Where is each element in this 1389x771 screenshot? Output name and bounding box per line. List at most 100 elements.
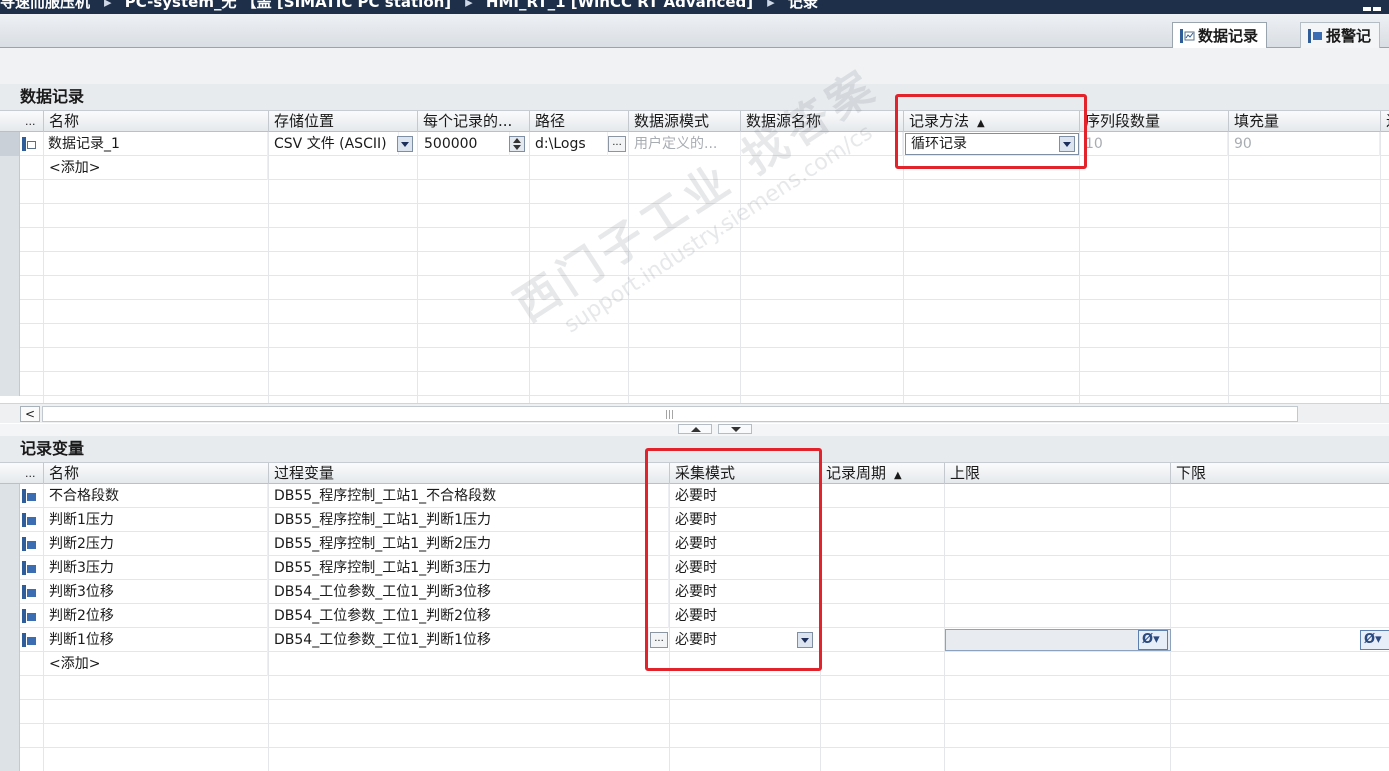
- scroll-thumb-grip-icon[interactable]: |||: [665, 410, 674, 420]
- tag-process-tag[interactable]: DB55_程序控制_工站1_判断1压力: [269, 508, 669, 532]
- row-selector[interactable]: [0, 604, 20, 628]
- row-selector[interactable]: [0, 556, 20, 580]
- log-fill[interactable]: 90: [1229, 132, 1380, 156]
- col-lower-limit[interactable]: 下限: [1171, 463, 1389, 484]
- col-acquisition-mode[interactable]: 采集模式: [670, 463, 821, 484]
- scroll-left-icon[interactable]: <: [20, 406, 40, 422]
- col-per-record[interactable]: 每个记录的...: [418, 111, 530, 132]
- data-logs-hscrollbar[interactable]: < |||: [0, 403, 1389, 423]
- table-row[interactable]: 判断3位移 DB54_工位参数_工位1_判断3位移 必要时: [0, 580, 1389, 604]
- tag-process-tag[interactable]: DB54_工位参数_工位1_判断3位移: [269, 580, 669, 604]
- col-fill[interactable]: 填充量: [1229, 111, 1381, 132]
- empty-row: [0, 748, 1389, 771]
- breadcrumb-item-station[interactable]: PC-system_无 【盖 [SIMATIC PC station]: [125, 0, 451, 11]
- table-row[interactable]: 判断3压力 DB55_程序控制_工站1_判断3压力 必要时: [0, 556, 1389, 580]
- path-browse-button[interactable]: ...: [608, 136, 626, 152]
- per-record-spinner[interactable]: [509, 136, 525, 152]
- tag-process-tag[interactable]: DB54_工位参数_工位1_判断1位移: [269, 628, 649, 652]
- tag-name[interactable]: 判断2位移: [44, 604, 268, 628]
- col-log-cycle[interactable]: 记录周期 ▲: [821, 463, 945, 484]
- col-log-cycle-label: 记录周期: [826, 464, 887, 482]
- tag-name[interactable]: 判断1压力: [44, 508, 268, 532]
- tag-acquisition-mode[interactable]: 必要时: [670, 628, 794, 652]
- log-tag-icon: [20, 512, 38, 528]
- tag-acquisition-mode[interactable]: 必要时: [670, 508, 820, 532]
- add-row[interactable]: <添加>: [0, 652, 1389, 676]
- row-selector[interactable]: [0, 532, 20, 556]
- tab-alarm-logs[interactable]: 报警记: [1300, 22, 1381, 48]
- add-data-log[interactable]: <添加>: [44, 156, 268, 180]
- log-per-record[interactable]: 500000: [418, 132, 510, 156]
- col-source-mode[interactable]: 数据源模式: [629, 111, 741, 132]
- data-logs-title: 数据记录: [0, 84, 1389, 110]
- col-upper-limit[interactable]: 上限: [945, 463, 1171, 484]
- log-storage[interactable]: CSV 文件 (ASCII): [269, 132, 399, 156]
- log-method-value: 循环记录: [911, 136, 967, 152]
- tag-name[interactable]: 判断3压力: [44, 556, 268, 580]
- row-selector[interactable]: [0, 132, 20, 156]
- tag-process-tag[interactable]: DB55_程序控制_工站1_不合格段数: [269, 484, 669, 508]
- log-tag-icon: [20, 560, 38, 576]
- lower-limit-null-button[interactable]: Ø▾: [1360, 630, 1389, 650]
- minimize-icon[interactable]: [1363, 7, 1371, 11]
- breadcrumb-separator-icon: ▸: [767, 0, 775, 11]
- col-storage[interactable]: 存储位置: [269, 111, 418, 132]
- log-method-dropdown-button[interactable]: [1059, 136, 1075, 152]
- col-name[interactable]: 名称: [44, 111, 269, 132]
- breadcrumb-item-project[interactable]: 寻速而服压机: [0, 0, 90, 11]
- log-segments[interactable]: 10: [1080, 132, 1228, 156]
- row-selector[interactable]: [0, 484, 20, 508]
- row-selector[interactable]: [0, 628, 20, 652]
- upper-limit-null-button[interactable]: Ø▾: [1138, 630, 1168, 650]
- splitter-down-icon[interactable]: [718, 424, 752, 434]
- storage-dropdown-button[interactable]: [397, 136, 413, 152]
- row-selector[interactable]: [0, 580, 20, 604]
- tag-process-tag[interactable]: DB55_程序控制_工站1_判断2压力: [269, 532, 669, 556]
- table-row[interactable]: 不合格段数 DB55_程序控制_工站1_不合格段数 必要时: [0, 484, 1389, 508]
- tag-name[interactable]: 判断2压力: [44, 532, 268, 556]
- tag-acquisition-mode[interactable]: 必要时: [670, 580, 820, 604]
- table-row[interactable]: 判断2位移 DB54_工位参数_工位1_判断2位移 必要时: [0, 604, 1389, 628]
- row-selector: [0, 348, 20, 372]
- row-selector[interactable]: [0, 508, 20, 532]
- col-more[interactable]: 过: [1381, 111, 1389, 132]
- maximize-icon[interactable]: [1373, 7, 1381, 11]
- tag-process-tag[interactable]: DB54_工位参数_工位1_判断2位移: [269, 604, 669, 628]
- table-row-editing[interactable]: 判断1位移 DB54_工位参数_工位1_判断1位移 ... 必要时 Ø▾ Ø▾: [0, 628, 1389, 652]
- sort-ascending-icon: ▲: [894, 470, 902, 481]
- add-log-tag[interactable]: <添加>: [44, 652, 268, 676]
- tag-process-tag[interactable]: DB55_程序控制_工站1_判断3压力: [269, 556, 669, 580]
- col-process-tag[interactable]: 过程变量: [269, 463, 670, 484]
- table-row[interactable]: 数据记录_1 CSV 文件 (ASCII) 500000 d:\Logs ...…: [0, 132, 1389, 156]
- tag-name[interactable]: 判断1位移: [44, 628, 268, 652]
- breadcrumb-item-hmi[interactable]: HMI_RT_1 [WinCC RT Advanced]: [486, 0, 753, 11]
- table-row[interactable]: 判断2压力 DB55_程序控制_工站1_判断2压力 必要时: [0, 532, 1389, 556]
- log-source-name[interactable]: [741, 132, 903, 156]
- log-source-mode[interactable]: 用户定义的...: [629, 132, 741, 156]
- acquisition-mode-dropdown-button[interactable]: [797, 632, 813, 648]
- tab-data-logs[interactable]: 数据记录: [1172, 22, 1268, 48]
- splitter-up-icon[interactable]: [678, 424, 712, 434]
- table-row[interactable]: 判断1压力 DB55_程序控制_工站1_判断1压力 必要时: [0, 508, 1389, 532]
- pane-splitter[interactable]: [0, 424, 1389, 436]
- col-dots[interactable]: ...: [20, 111, 44, 132]
- tag-acquisition-mode[interactable]: 必要时: [670, 604, 820, 628]
- col-dots[interactable]: ...: [20, 463, 44, 484]
- log-path[interactable]: d:\Logs: [530, 132, 608, 156]
- col-source-name[interactable]: 数据源名称: [741, 111, 904, 132]
- breadcrumb-item-logs[interactable]: 记录: [788, 0, 818, 11]
- add-row[interactable]: <添加>: [0, 156, 1389, 180]
- data-logs-header: ... 名称 存储位置 每个记录的... 路径 数据源模式 数据源名称 记录方法…: [0, 110, 1389, 132]
- col-segments[interactable]: 序列段数量: [1080, 111, 1229, 132]
- tag-name[interactable]: 不合格段数: [44, 484, 268, 508]
- process-tag-browse-button[interactable]: ...: [650, 632, 668, 648]
- log-name[interactable]: 数据记录_1: [44, 132, 268, 156]
- tag-acquisition-mode[interactable]: 必要时: [670, 532, 820, 556]
- col-name[interactable]: 名称: [44, 463, 269, 484]
- col-path[interactable]: 路径: [530, 111, 629, 132]
- log-tags-table: ... 名称 过程变量 采集模式 记录周期 ▲ 上限 下限 不合格段数 DB55_…: [0, 462, 1389, 771]
- tag-name[interactable]: 判断3位移: [44, 580, 268, 604]
- col-log-method[interactable]: 记录方法 ▲: [904, 111, 1080, 132]
- tag-acquisition-mode[interactable]: 必要时: [670, 484, 820, 508]
- tag-acquisition-mode[interactable]: 必要时: [670, 556, 820, 580]
